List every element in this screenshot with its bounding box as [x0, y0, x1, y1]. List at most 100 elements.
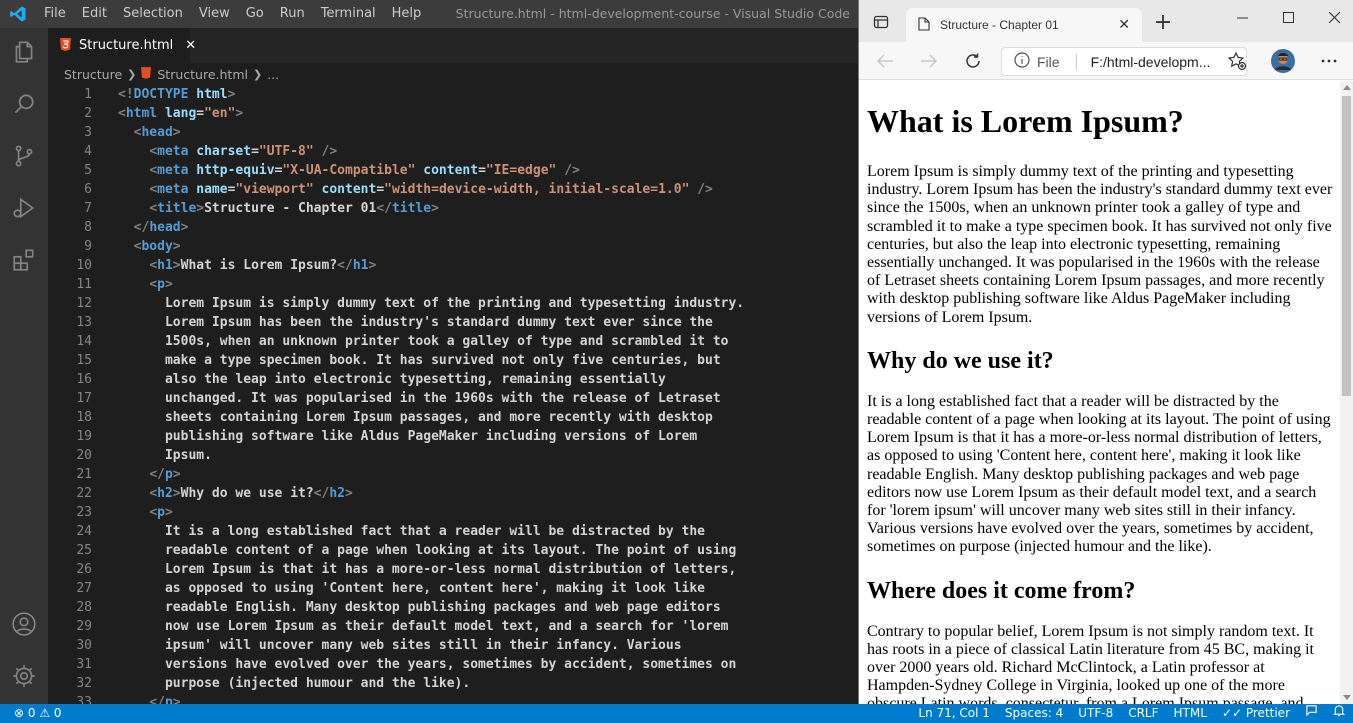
- browser-tab[interactable]: Structure - Chapter 01 ✕: [906, 8, 1142, 42]
- scroll-up-icon[interactable]: [1343, 85, 1351, 90]
- code-token: title: [391, 201, 432, 216]
- accounts-icon[interactable]: [0, 600, 48, 648]
- code-line[interactable]: 13 Lorem Ipsum has been the industry's s…: [48, 313, 858, 332]
- info-icon[interactable]: [1014, 52, 1030, 71]
- language-mode[interactable]: HTML: [1174, 704, 1207, 723]
- code-line[interactable]: 28 readable English. Many desktop publis…: [48, 598, 858, 617]
- menu-run[interactable]: Run: [272, 0, 313, 28]
- code-line[interactable]: 11 <p>: [48, 275, 858, 294]
- code-line[interactable]: 29 now use Lorem Ipsum as their default …: [48, 617, 858, 636]
- vscode-logo-icon[interactable]: [0, 0, 36, 28]
- encoding[interactable]: UTF-8: [1078, 704, 1113, 723]
- code-line[interactable]: 22 <h2>Why do we use it?</h2>: [48, 484, 858, 503]
- breadcrumb-folder[interactable]: Structure: [64, 67, 122, 82]
- code-line[interactable]: 8 </head>: [48, 218, 858, 237]
- minimize-icon[interactable]: [1222, 4, 1262, 30]
- code-line[interactable]: 18 sheets containing Lorem Ipsum passage…: [48, 408, 858, 427]
- code-line[interactable]: 15 make a type specimen book. It has sur…: [48, 351, 858, 370]
- more-options-icon[interactable]: [1315, 49, 1343, 73]
- scroll-down-icon[interactable]: [1343, 695, 1351, 700]
- notifications-icon[interactable]: [1333, 704, 1345, 723]
- code-line[interactable]: 6 <meta name="viewport" content="width=d…: [48, 180, 858, 199]
- code-line[interactable]: 4 <meta charset="UTF-8" />: [48, 142, 858, 161]
- code-line[interactable]: 33 </p>: [48, 693, 858, 704]
- code-token: Lorem Ipsum is simply dummy text of the …: [118, 296, 745, 311]
- close-window-icon[interactable]: [1314, 4, 1353, 30]
- refresh-icon[interactable]: [959, 49, 987, 73]
- code-line[interactable]: 26 Lorem Ipsum is that it has a more-or-…: [48, 560, 858, 579]
- menu-selection[interactable]: Selection: [115, 0, 191, 28]
- code-line[interactable]: 24 It is a long established fact that a …: [48, 522, 858, 541]
- extensions-icon[interactable]: [0, 236, 48, 284]
- code-line[interactable]: 19 publishing software like Aldus PageMa…: [48, 427, 858, 446]
- page-scrollbar[interactable]: [1340, 81, 1353, 704]
- code-token: 1500s, when an unknown printer took a ga…: [118, 334, 729, 349]
- menu-go[interactable]: Go: [238, 0, 272, 28]
- browser-tab-close-icon[interactable]: ✕: [1118, 17, 1130, 33]
- menu-view[interactable]: View: [191, 0, 238, 28]
- tab-actions-icon[interactable]: [873, 14, 889, 34]
- feedback-icon[interactable]: [1305, 704, 1318, 723]
- add-favorite-icon[interactable]: [1223, 49, 1251, 73]
- forward-arrow-icon[interactable]: [915, 49, 943, 73]
- code-line[interactable]: 31 versions have evolved over the years,…: [48, 655, 858, 674]
- code-line[interactable]: 20 Ipsum.: [48, 446, 858, 465]
- source-control-icon[interactable]: [0, 132, 48, 180]
- tab-close-icon[interactable]: ✕: [185, 38, 196, 53]
- code-line[interactable]: 12 Lorem Ipsum is simply dummy text of t…: [48, 294, 858, 313]
- address-url[interactable]: F:/html-developm...: [1091, 54, 1211, 70]
- browser-tab-title: Structure - Chapter 01: [940, 18, 1059, 32]
- indentation[interactable]: Spaces: 4: [1005, 704, 1063, 723]
- code-line[interactable]: 10 <h1>What is Lorem Ipsum?</h1>: [48, 256, 858, 275]
- new-tab-button[interactable]: +: [1152, 12, 1174, 34]
- breadcrumb-more[interactable]: ...: [267, 67, 279, 82]
- problems-indicator[interactable]: ⊗ 0 ⚠ 0: [14, 704, 62, 723]
- menu-terminal[interactable]: Terminal: [313, 0, 384, 28]
- settings-gear-icon[interactable]: [0, 652, 48, 700]
- code-text: make a type specimen book. It has surviv…: [118, 351, 721, 370]
- scroll-thumb[interactable]: [1342, 96, 1351, 396]
- back-arrow-icon[interactable]: [871, 49, 899, 73]
- code-line[interactable]: 25 readable content of a page when looki…: [48, 541, 858, 560]
- run-debug-icon[interactable]: [0, 184, 48, 232]
- code-text: <p>: [118, 275, 172, 294]
- address-bar[interactable]: File F:/html-developm...: [1001, 47, 1247, 76]
- code-line[interactable]: 9 <body>: [48, 237, 858, 256]
- line-number: 8: [84, 220, 92, 235]
- menu-help[interactable]: Help: [384, 0, 430, 28]
- code-token: =: [478, 163, 486, 178]
- code-line[interactable]: 7 <title>Structure - Chapter 01</title>: [48, 199, 858, 218]
- prettier-status[interactable]: ✓✓ Prettier: [1222, 704, 1290, 723]
- code-line[interactable]: 27 as opposed to using 'Content here, co…: [48, 579, 858, 598]
- code-line[interactable]: 21 </p>: [48, 465, 858, 484]
- menu-file[interactable]: File: [36, 0, 74, 28]
- page-heading-h1: What is Lorem Ipsum?: [867, 103, 1184, 139]
- code-line[interactable]: 5 <meta http-equiv = "X-UA-Compatible" con…: [48, 161, 858, 180]
- menu-edit[interactable]: Edit: [74, 0, 115, 28]
- code-line[interactable]: 30 ipsum' will uncover many web sites st…: [48, 636, 858, 655]
- maximize-icon[interactable]: [1268, 4, 1308, 30]
- code-line[interactable]: 1 <!DOCTYPE html>: [48, 85, 858, 104]
- code-line[interactable]: 14 1500s, when an unknown printer took a…: [48, 332, 858, 351]
- end-of-line[interactable]: CRLF: [1128, 704, 1158, 723]
- code-line[interactable]: 23 <p>: [48, 503, 858, 522]
- code-line[interactable]: 17 unchanged. It was popularised in the …: [48, 389, 858, 408]
- profile-avatar[interactable]: [1269, 49, 1297, 73]
- explorer-icon[interactable]: [0, 28, 48, 76]
- search-icon[interactable]: [0, 80, 48, 128]
- line-number: 24: [76, 524, 92, 539]
- line-number: 21: [76, 467, 92, 482]
- code-editor[interactable]: 1 <!DOCTYPE html> 2 <html lang="en"> 3 <head…: [48, 85, 858, 704]
- code-line[interactable]: 3 <head>: [48, 123, 858, 142]
- code-token: meta: [157, 144, 189, 159]
- code-line[interactable]: 32 purpose (injected humour and the like…: [48, 674, 858, 693]
- code-line[interactable]: 16 also the leap into electronic typeset…: [48, 370, 858, 389]
- breadcrumb-file[interactable]: Structure.html: [157, 67, 248, 82]
- code-line[interactable]: 2 <html lang="en">: [48, 104, 858, 123]
- tab-structure-html[interactable]: Structure.html ✕: [48, 28, 196, 63]
- cursor-position[interactable]: Ln 71, Col 1: [918, 704, 990, 723]
